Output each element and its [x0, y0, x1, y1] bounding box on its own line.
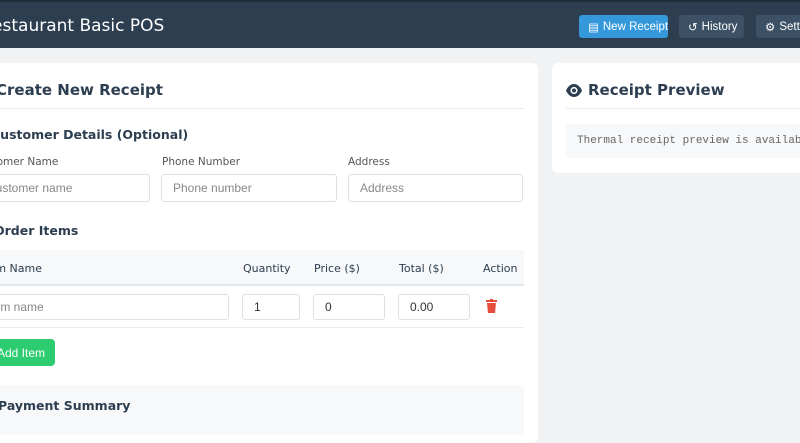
history-icon: ↺: [688, 21, 698, 34]
order-section-title: Order Items: [0, 223, 79, 238]
settings-button[interactable]: ⚙Settings: [756, 15, 800, 38]
form-title: Create New Receipt: [0, 81, 163, 99]
quantity-input[interactable]: 1: [242, 294, 300, 320]
trash-icon: [486, 299, 497, 313]
phone-input[interactable]: Phone number: [161, 174, 337, 202]
divider: [566, 108, 800, 109]
app-header: Restaurant Basic POS ▤New Receipt ↺Histo…: [0, 0, 800, 48]
receipt-icon: ▤: [588, 21, 599, 34]
new-receipt-button[interactable]: ▤ New Receipt: [579, 15, 668, 38]
payment-summary-title: Payment Summary: [0, 398, 131, 413]
col-quantity: Quantity: [243, 262, 291, 275]
eye-icon: [566, 83, 582, 97]
history-button[interactable]: ↺ History: [679, 15, 744, 38]
customer-name-input[interactable]: Customer name: [0, 174, 150, 202]
price-input[interactable]: 0: [313, 294, 385, 320]
app-title: Restaurant Basic POS: [0, 16, 165, 36]
phone-label: Phone Number: [162, 156, 241, 168]
delete-item-button[interactable]: [486, 299, 497, 313]
gear-icon: ⚙: [765, 21, 776, 34]
divider: [0, 108, 524, 109]
preview-message: Thermal receipt preview is available on …: [566, 124, 800, 158]
col-price: Price ($): [314, 262, 360, 275]
preview-heading: Receipt Preview: [566, 81, 725, 99]
address-input[interactable]: Address: [348, 174, 523, 202]
col-total: Total ($): [399, 262, 444, 275]
customer-section-title: Customer Details (Optional): [0, 127, 189, 142]
address-label: Address: [348, 156, 390, 168]
customer-name-label: Customer Name: [0, 156, 59, 168]
total-field: 0.00: [398, 294, 470, 320]
item-name-input[interactable]: Item name: [0, 294, 229, 320]
add-item-button[interactable]: Add Item: [0, 339, 55, 366]
col-item-name: Item Name: [0, 262, 42, 275]
col-action: Action: [483, 262, 518, 275]
